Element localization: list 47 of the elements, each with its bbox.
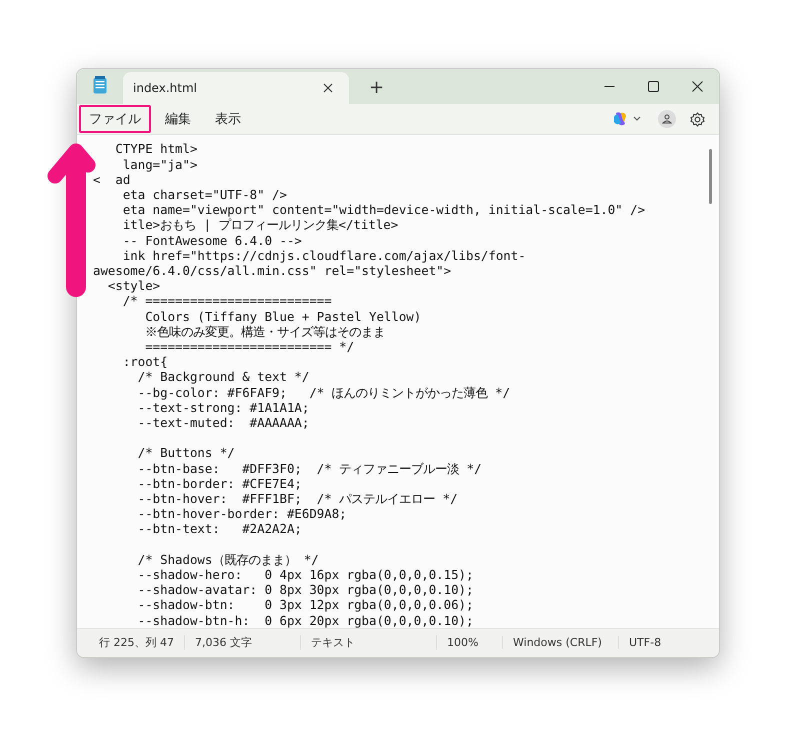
- code-line: --btn-text: #2A2A2A;: [136, 521, 302, 537]
- code-line: --btn-hover-border: #E6D9A8;: [136, 506, 347, 522]
- code-line: ※色味のみ変更。構造・サイズ等はそのまま: [144, 324, 386, 340]
- code-line: ========================= */: [144, 339, 354, 354]
- notepad-icon[interactable]: [93, 76, 107, 94]
- code-fragment: ad: [115, 172, 130, 187]
- code-line: --text-strong: #1A1A1A;: [136, 400, 310, 416]
- code-line: --shadow-avatar: 0 8px 30px rgba(0,0,0,0.10);: [136, 582, 474, 598]
- code-line: --btn-base: #DFF3F0; /* ティファニーブルー淡 */: [136, 460, 482, 476]
- code-line: --shadow-btn-h: 0 6px 20px rgba(0,0,0,0.10);: [136, 612, 474, 628]
- code-line: eta charset="UTF-8" />: [122, 187, 287, 202]
- code-line: --bg-color: #F6FAF9; /* ほんのりミントがかった薄色 */: [136, 384, 510, 400]
- code-line: --btn-hover: #FFF1BF; /* パステルイエロー */: [136, 491, 458, 506]
- code-line: -- FontAwesome 6.4.0 -->: [122, 232, 302, 248]
- file-tab[interactable]: index.html: [123, 72, 349, 104]
- code-line: itle>おもち | プロフィールリンク集</title>: [122, 217, 398, 233]
- status-item: 100%: [437, 636, 503, 650]
- code-line: /* Buttons */: [136, 445, 235, 461]
- menu-item[interactable]: 編集: [155, 105, 201, 134]
- code-line: --btn-border: #CFE7E4;: [136, 476, 302, 492]
- account-icon[interactable]: [658, 110, 676, 128]
- code-line: <style>: [106, 278, 160, 294]
- code-fragment: <: [93, 172, 100, 187]
- status-item: テキスト: [301, 635, 437, 650]
- scrollbar[interactable]: [709, 149, 712, 204]
- close-icon[interactable]: [323, 83, 333, 94]
- code-line: --shadow-btn: 0 3px 12px rgba(0,0,0,0.06);: [136, 597, 474, 613]
- status-item: 7,036 文字: [185, 635, 301, 650]
- code-line: /* Shadows（既存のまま） */: [136, 552, 319, 568]
- settings-icon[interactable]: [690, 112, 705, 127]
- status-item: Windows (CRLF): [503, 636, 619, 650]
- code-line: eta name="viewport" content="width=device-width, initial-scale=1.0" />: [122, 202, 646, 218]
- code-line: --shadow-hero: 0 4px 16px rgba(0,0,0,0.15);: [136, 567, 474, 582]
- code-line: /* =========================: [122, 293, 332, 309]
- menu-item[interactable]: 表示: [205, 105, 251, 134]
- status-item: 行 225、列 47: [77, 635, 185, 650]
- code-line: Colors (Tiffany Blue + Pastel Yellow): [144, 308, 422, 324]
- menu-item[interactable]: ファイル: [79, 105, 151, 134]
- code-line: /* Background & text */: [136, 369, 310, 385]
- code-line: :root{: [122, 354, 168, 370]
- code-line: lang="ja">: [122, 156, 198, 172]
- code-line: CTYPE html>: [114, 141, 198, 157]
- code-line: ink href="https://cdnjs.cloudflare.com/ajax/libs/font-: [122, 248, 526, 264]
- status-item: UTF-8: [628, 636, 662, 650]
- new-tab-button[interactable]: +: [363, 77, 390, 98]
- code-line: --text-muted: #AAAAAA;: [136, 415, 310, 430]
- code-line: awesome/6.4.0/css/all.min.css" rel="stylesheet">: [93, 263, 452, 278]
